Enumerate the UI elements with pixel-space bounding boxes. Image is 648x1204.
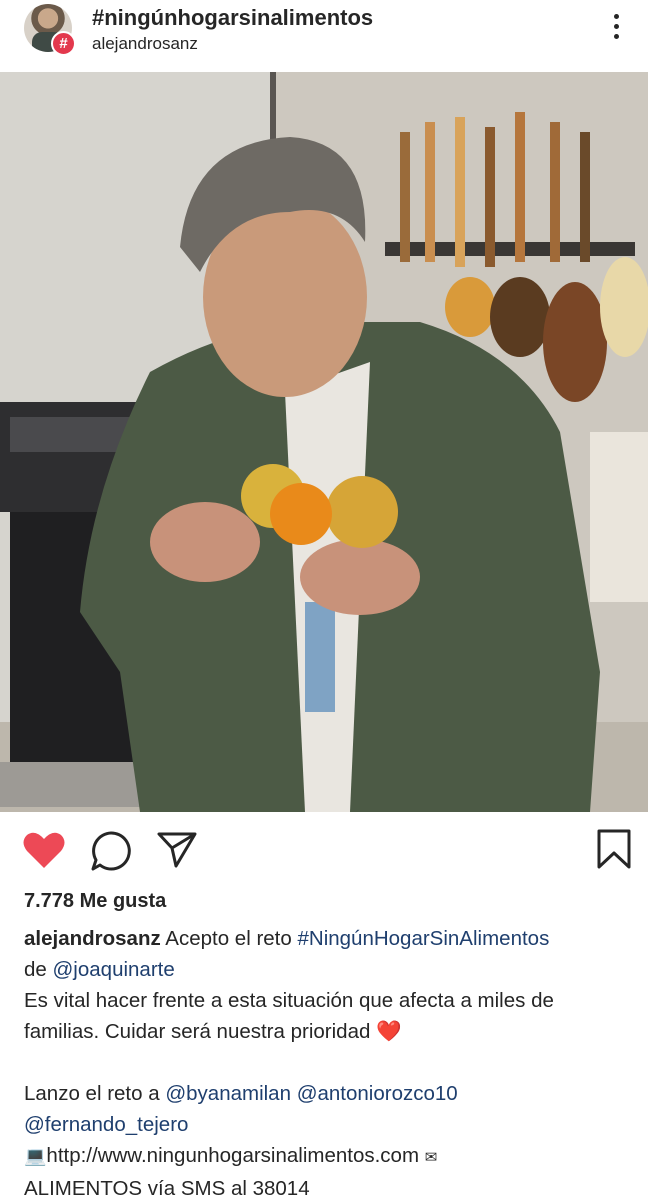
send-icon[interactable] bbox=[156, 830, 198, 870]
comment-icon[interactable] bbox=[90, 830, 132, 872]
post-caption: alejandrosanz Acepto el reto #NingúnHoga… bbox=[24, 923, 630, 1204]
post-header: # #ningúnhogarsinalimentos alejandrosanz bbox=[0, 0, 648, 72]
post-photo[interactable] bbox=[0, 72, 648, 812]
envelope-emoji: ✉ bbox=[424, 1149, 438, 1166]
photo-illustration bbox=[0, 72, 648, 812]
like-count[interactable]: 7.778 Me gusta bbox=[24, 890, 166, 913]
caption-text: Acepto el reto bbox=[160, 927, 298, 950]
caption-text: Lanzo el reto a bbox=[24, 1082, 166, 1105]
hashtag-title[interactable]: #ningúnhogarsinalimentos bbox=[92, 5, 373, 31]
mention-link[interactable]: @byanamilan bbox=[165, 1082, 291, 1105]
caption-author[interactable]: alejandrosanz bbox=[24, 927, 161, 950]
caption-line: Es vital hacer frente a esta situación q… bbox=[24, 989, 554, 1012]
mention-link[interactable]: @antoniorozco10 bbox=[297, 1082, 458, 1105]
heart-filled-icon[interactable] bbox=[22, 830, 66, 870]
hashtag-link[interactable]: #NingúnHogarSinAlimentos bbox=[297, 927, 549, 950]
mention-link[interactable]: @fernando_tejero bbox=[24, 1113, 188, 1136]
laptop-emoji: 💻 bbox=[24, 1146, 47, 1166]
caption-text: de bbox=[24, 958, 53, 981]
caption-line: ALIMENTOS vía SMS al 38014 bbox=[24, 1177, 310, 1200]
mention-link[interactable]: @joaquinarte bbox=[53, 958, 175, 981]
more-options-icon[interactable] bbox=[604, 14, 628, 44]
caption-line: 💻http://www.ningunhogarsinalimentos.com … bbox=[24, 1140, 630, 1173]
red-heart-emoji: ❤️ bbox=[376, 1020, 402, 1043]
website-link[interactable]: http://www.ningunhogarsinalimentos.com bbox=[46, 1144, 419, 1167]
caption-line: Lanzo el reto a @byanamilan @antoniorozc… bbox=[24, 1078, 630, 1109]
caption-text: familias. Cuidar será nuestra prioridad bbox=[24, 1020, 377, 1043]
caption-line: @fernando_tejero bbox=[24, 1109, 630, 1140]
hashtag-badge-icon: # bbox=[51, 31, 76, 56]
action-bar bbox=[0, 820, 648, 880]
caption-line: familias. Cuidar será nuestra prioridad … bbox=[24, 1016, 630, 1047]
bookmark-icon[interactable] bbox=[596, 828, 632, 870]
caption-line: alejandrosanz Acepto el reto #NingúnHoga… bbox=[24, 923, 630, 954]
author-username[interactable]: alejandrosanz bbox=[92, 34, 198, 54]
caption-line: de @joaquinarte bbox=[24, 954, 630, 985]
